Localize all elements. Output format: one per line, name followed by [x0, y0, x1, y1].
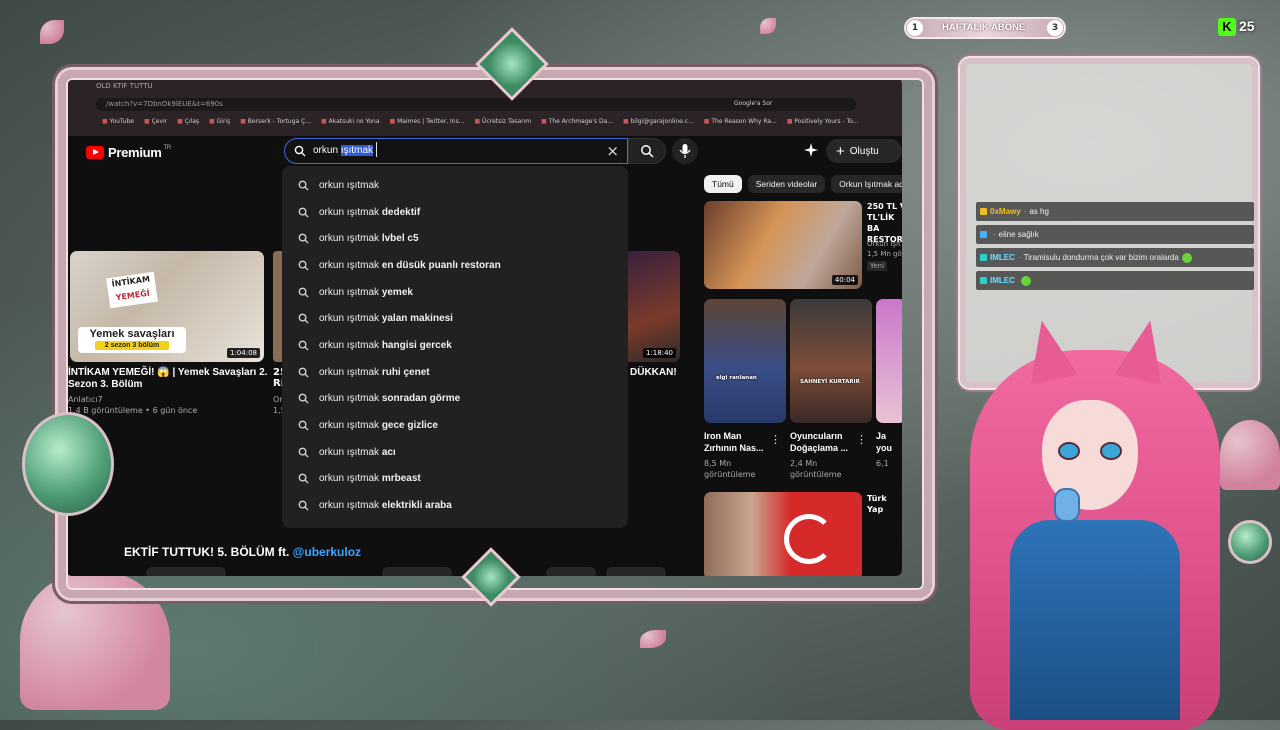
- avatar-microphone: [1054, 488, 1080, 522]
- chat-badge-icon: [980, 254, 987, 261]
- goal-label: HAFTALIK ABONE: [942, 22, 1026, 33]
- chat-badge-icon: [980, 277, 987, 284]
- chat-separator: ·: [993, 230, 996, 239]
- chat-separator: ·: [1017, 253, 1021, 262]
- avatar-outfit: [1010, 520, 1180, 720]
- chat-message: · eline sağlık: [976, 225, 1254, 244]
- chat-username[interactable]: IMLEC: [990, 276, 1015, 285]
- vtuber-avatar: [930, 315, 1260, 730]
- emote-icon: [1020, 275, 1031, 286]
- viewer-count: 25: [1239, 18, 1255, 34]
- stream-overlay-frame: [58, 70, 932, 598]
- avatar-eye: [1100, 442, 1122, 460]
- chat-message: IMLEC · Tiramisulu dondurma çok var bizim …: [976, 248, 1254, 267]
- chat-text: as hg: [1029, 207, 1049, 216]
- chat-username[interactable]: IMLEC: [990, 253, 1015, 262]
- petal-decoration: [40, 20, 64, 44]
- kick-logo-icon: K: [1218, 18, 1236, 36]
- avatar-eye: [1058, 442, 1080, 460]
- chat-messages: 0xMawy · as hg · eline sağlık IMLEC · Tiramisul…: [976, 202, 1254, 294]
- petal-decoration: [640, 630, 666, 648]
- subscriber-goal-bar: 1 HAFTALIK ABONE 3: [904, 17, 1066, 39]
- goal-target: 3: [1047, 20, 1063, 36]
- chat-message: IMLEC: [976, 271, 1254, 290]
- chat-username[interactable]: 0xMawy: [990, 207, 1021, 216]
- chat-text: eline sağlık: [998, 230, 1039, 239]
- chat-message: 0xMawy · as hg: [976, 202, 1254, 221]
- emote-icon: [1181, 252, 1192, 263]
- jade-pendant-decoration: [22, 412, 114, 516]
- petal-decoration: [760, 18, 776, 34]
- chat-badge-icon: [980, 208, 987, 215]
- chat-badge-icon: [980, 231, 987, 238]
- chat-text: Tiramisulu dondurma çok var bizim oralar…: [1023, 253, 1179, 262]
- chat-separator: ·: [1023, 207, 1027, 216]
- goal-current: 1: [907, 20, 923, 36]
